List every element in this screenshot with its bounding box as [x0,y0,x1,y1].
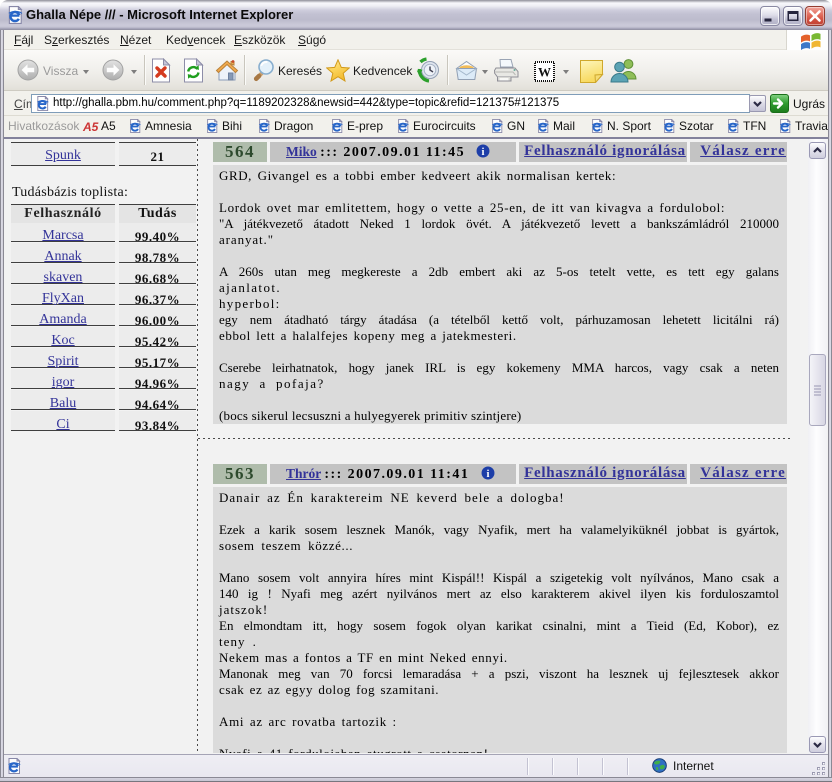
svg-text:i: i [482,146,485,158]
svg-text:i: i [486,468,489,480]
svg-text:W: W [538,65,551,80]
